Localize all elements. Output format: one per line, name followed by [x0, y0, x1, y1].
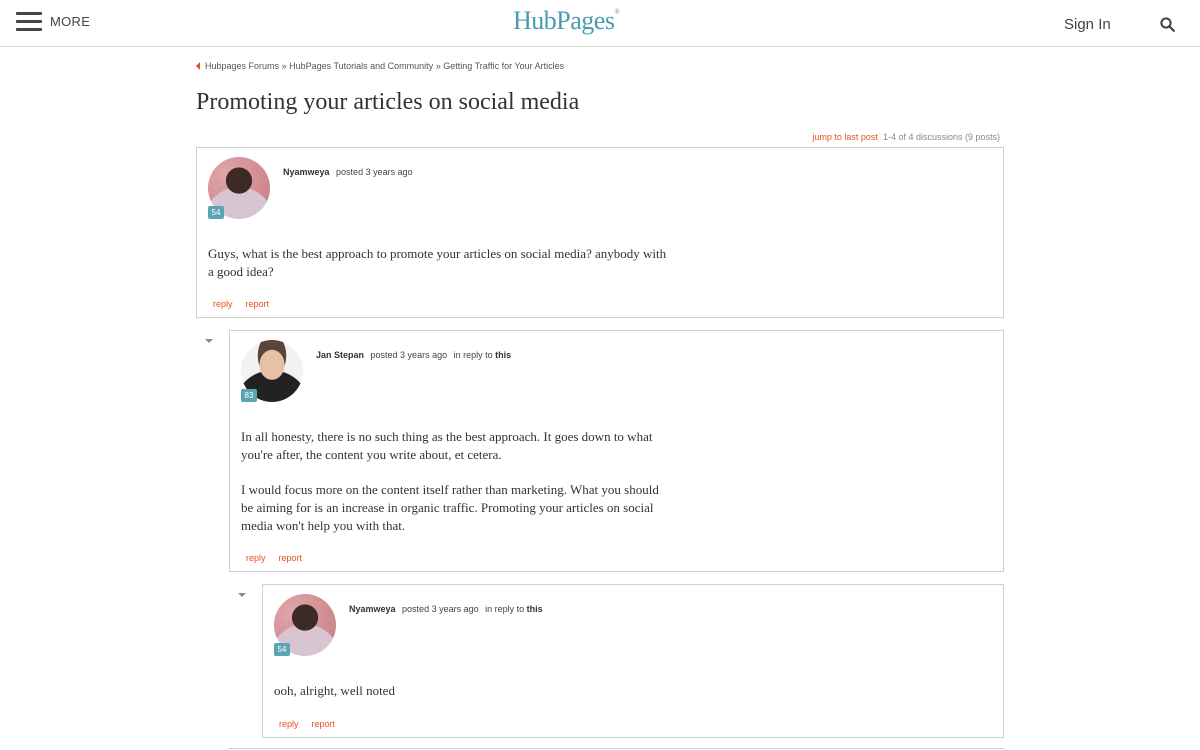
post-meta: Nyamweya posted 3 years ago in reply to …	[349, 604, 543, 614]
reply-link[interactable]: reply	[246, 553, 266, 563]
breadcrumb-tutorials-community[interactable]: HubPages Tutorials and Community	[289, 61, 433, 71]
post-actions: reply report	[279, 719, 348, 729]
logo-text: HubPages	[513, 6, 615, 35]
post-actions: reply report	[213, 299, 282, 309]
breadcrumb-getting-traffic[interactable]: Getting Traffic for Your Articles	[443, 61, 564, 71]
post-paragraph: ooh, alright, well noted	[274, 683, 395, 698]
posted-time: posted 3 years ago	[402, 604, 479, 614]
score-badge: 54	[208, 206, 224, 219]
score-badge: 54	[274, 643, 290, 656]
collapse-arrow-icon[interactable]	[238, 593, 246, 597]
more-menu-label[interactable]: MORE	[50, 14, 90, 29]
forum-post: 83 Jan Stepan posted 3 years ago in repl…	[229, 330, 1004, 572]
breadcrumb-separator: »	[435, 61, 441, 71]
forum-post: 54 Nyamweya posted 3 years ago in reply …	[262, 584, 1004, 738]
sign-in-link[interactable]: Sign In	[1064, 16, 1111, 33]
post-body: Guys, what is the best approach to promo…	[208, 245, 668, 298]
post-meta: Nyamweya posted 3 years ago	[283, 167, 413, 177]
post-paragraph: In all honesty, there is no such thing a…	[241, 429, 653, 462]
score-badge: 83	[241, 389, 257, 402]
reply-link[interactable]: reply	[213, 299, 233, 309]
back-arrow-icon[interactable]	[196, 62, 200, 70]
post-meta: Jan Stepan posted 3 years ago in reply t…	[316, 350, 511, 360]
post-paragraph: Guys, what is the best approach to promo…	[208, 246, 667, 279]
reply-link[interactable]: reply	[279, 719, 299, 729]
next-post-border	[229, 748, 1004, 749]
post-body: In all honesty, there is no such thing a…	[241, 428, 671, 552]
in-reply-to-link[interactable]: this	[527, 604, 543, 614]
in-reply-to-label: in reply to	[453, 350, 493, 360]
author-name[interactable]: Nyamweya	[349, 604, 396, 614]
breadcrumb-forums[interactable]: Hubpages Forums	[205, 61, 279, 71]
posted-time: posted 3 years ago	[370, 350, 448, 360]
page-title: Promoting your articles on social media	[196, 89, 580, 115]
post-body: ooh, alright, well noted	[274, 682, 734, 717]
in-reply-to-label: in reply to	[485, 604, 525, 614]
top-navigation: MORE HubPages® Sign In	[0, 0, 1200, 47]
author-name[interactable]: Nyamweya	[283, 167, 330, 177]
report-link[interactable]: report	[279, 553, 303, 563]
in-reply-to-link[interactable]: this	[495, 350, 511, 360]
author-name[interactable]: Jan Stepan	[316, 350, 364, 360]
breadcrumb-separator: »	[281, 61, 287, 71]
hamburger-icon[interactable]	[16, 12, 42, 32]
jump-to-last-post-link[interactable]: jump to last post	[812, 132, 878, 142]
breadcrumb: Hubpages Forums » HubPages Tutorials and…	[196, 61, 564, 71]
thread-meta: jump to last post 1-4 of 4 discussions (9…	[812, 132, 1000, 142]
posted-time: posted 3 years ago	[336, 167, 413, 177]
report-link[interactable]: report	[312, 719, 336, 729]
collapse-arrow-icon[interactable]	[205, 339, 213, 343]
registered-mark: ®	[614, 8, 620, 16]
post-paragraph: I would focus more on the content itself…	[241, 482, 659, 533]
search-icon[interactable]	[1160, 17, 1175, 32]
report-link[interactable]: report	[246, 299, 270, 309]
discussion-count: 1-4 of 4 discussions (9 posts)	[882, 132, 1000, 142]
forum-post: 54 Nyamweya posted 3 years ago Guys, wha…	[196, 147, 1004, 318]
hubpages-logo[interactable]: HubPages®	[513, 6, 620, 36]
post-actions: reply report	[246, 553, 315, 563]
